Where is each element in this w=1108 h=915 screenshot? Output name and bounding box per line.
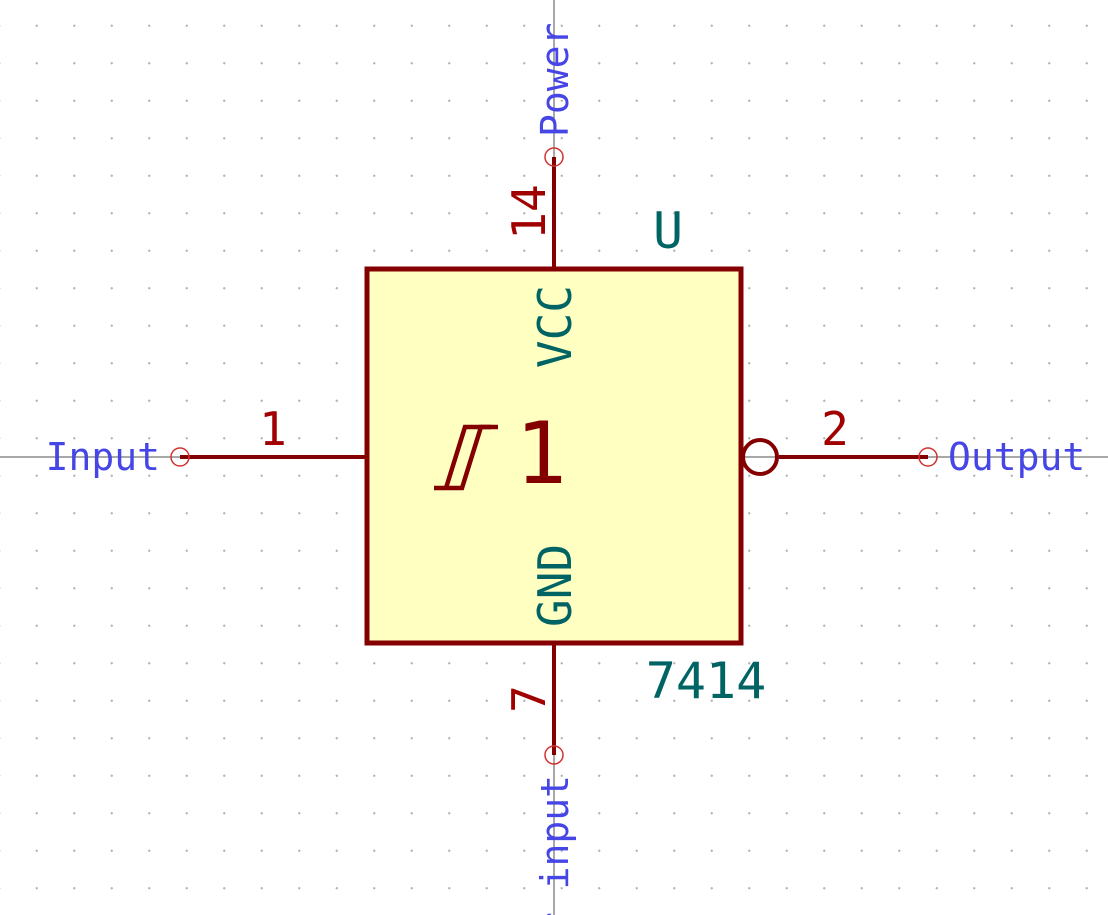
unit-label: 1 (515, 404, 567, 504)
pin-name-gnd: GND (528, 544, 582, 627)
pin-1-type: Input (46, 435, 160, 479)
pin-name-vcc: VCC (528, 285, 582, 368)
pin-7-type: r input (533, 775, 577, 915)
value-field[interactable]: 7414 (646, 652, 766, 710)
schematic-canvas: 1 U 7414 1 2 14 7 VCC GND Input Output P… (0, 0, 1108, 915)
pin-1-number: 1 (259, 402, 287, 456)
reference-designator[interactable]: U (653, 202, 683, 260)
pin-14-number: 14 (502, 184, 556, 239)
pin-2-number: 2 (821, 402, 849, 456)
pin-14-type: Power (533, 23, 577, 137)
symbol-drawing: 1 U 7414 1 2 14 7 VCC GND Input Output P… (0, 0, 1108, 915)
pin-2-type: Output (948, 435, 1085, 479)
pin-7-number: 7 (502, 685, 556, 713)
